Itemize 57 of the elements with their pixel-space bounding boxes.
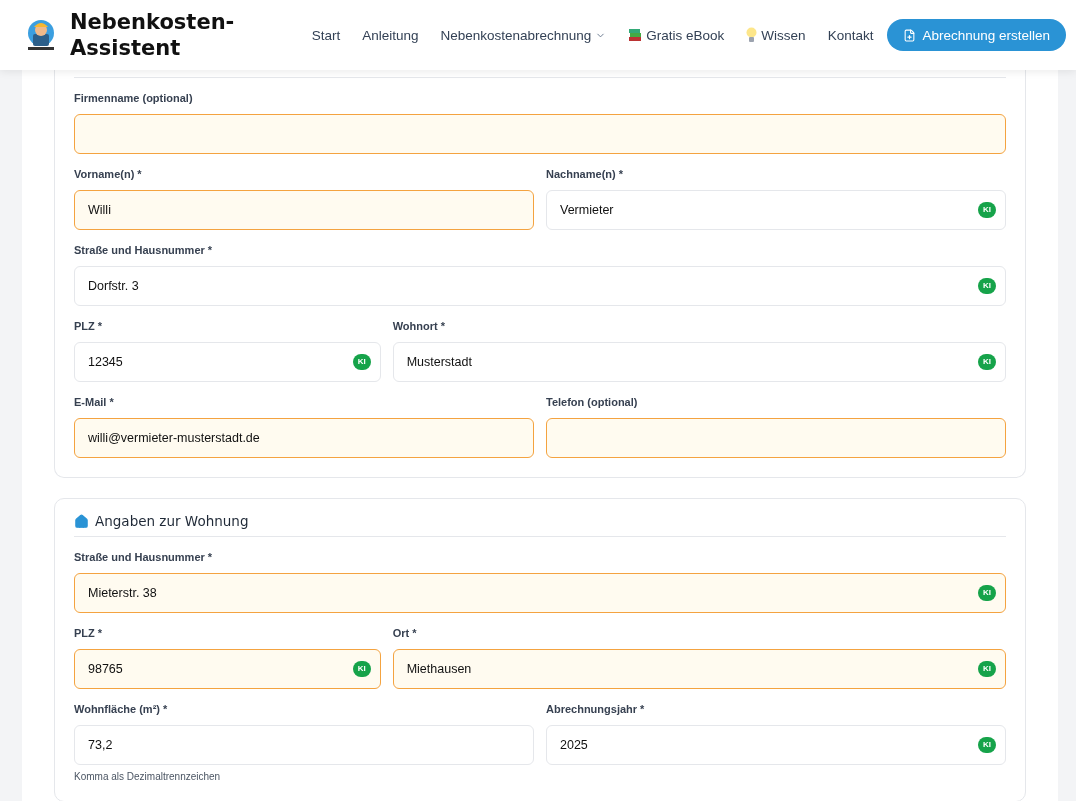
field-label: Ort *: [392, 627, 418, 641]
input-field[interactable]: Vermieter KI: [546, 190, 1006, 230]
ai-badge: KI: [352, 661, 371, 677]
field-label: Wohnfläche (m²) *: [74, 703, 169, 717]
nav-link[interactable]: Gratis eBook: [628, 27, 725, 43]
input-field[interactable]: Mieterstr. 38 KI: [74, 573, 1006, 613]
field-label: PLZ *: [74, 627, 104, 641]
ai-badge: KI: [978, 585, 996, 601]
input-field[interactable]: 98765 KI: [74, 649, 381, 689]
field-label: Straße und Hausnummer *: [74, 244, 214, 258]
field-value: Mieterstr. 38: [88, 586, 157, 600]
field-label: Firmenname (optional): [74, 92, 194, 106]
ai-badge: KI: [978, 661, 996, 677]
field-label: Nachname(n) *: [546, 168, 625, 182]
ai-badge: KI: [978, 278, 996, 294]
field-value: Willi: [88, 203, 111, 217]
field-value: 98765: [88, 662, 123, 676]
field-label: PLZ *: [74, 320, 104, 334]
input-field[interactable]: [546, 418, 1006, 458]
input-field[interactable]: Musterstadt KI: [392, 342, 1006, 382]
input-field[interactable]: 12345 KI: [74, 342, 381, 382]
field-value: 12345: [88, 355, 123, 369]
field-value: willi@vermieter-musterstadt.de: [88, 431, 260, 445]
section-title: Angaben zur Wohnung: [95, 513, 249, 529]
field-label: Telefon (optional): [546, 396, 639, 410]
field-value: 2025: [560, 738, 588, 752]
field-value: Musterstadt: [406, 355, 472, 369]
books-icon: [628, 28, 643, 42]
nav-link[interactable]: Start: [311, 27, 341, 43]
field-label: Abrechnungsjahr *: [546, 703, 646, 717]
file-plus-icon: [903, 28, 917, 42]
nav-link[interactable]: Kontakt: [827, 27, 874, 43]
input-field[interactable]: [74, 114, 1006, 154]
field-value: 73,2: [88, 738, 113, 752]
input-field[interactable]: 2025 KI: [546, 725, 1006, 765]
input-field[interactable]: Miethausen KI: [392, 649, 1006, 689]
input-field[interactable]: 73,2: [74, 725, 534, 765]
nav-link[interactable]: Nebenkostenabrechnung: [440, 27, 607, 43]
ai-badge: KI: [978, 354, 996, 370]
field-value: Miethausen: [406, 662, 472, 676]
field-label: Straße und Hausnummer *: [74, 551, 214, 565]
input-field[interactable]: willi@vermieter-musterstadt.de: [74, 418, 534, 458]
field-hint: Komma als Dezimaltrennzeichen: [74, 771, 222, 782]
ai-badge: KI: [352, 354, 371, 370]
field-label: E-Mail *: [74, 396, 115, 410]
field-label: Wohnort *: [392, 320, 446, 334]
home-icon: [74, 513, 89, 529]
lightbulb-icon: [746, 27, 758, 43]
nav-link[interactable]: Wissen: [746, 27, 806, 43]
field-value: Dorfstr. 3: [88, 279, 139, 293]
ai-badge: KI: [978, 202, 996, 218]
field-label: Vorname(n) *: [74, 168, 143, 182]
ai-badge: KI: [978, 737, 996, 753]
field-value: Vermieter: [560, 203, 614, 217]
nav-link[interactable]: Anleitung: [362, 27, 419, 43]
input-field[interactable]: Willi: [74, 190, 534, 230]
input-field[interactable]: Dorfstr. 3 KI: [74, 266, 1006, 306]
